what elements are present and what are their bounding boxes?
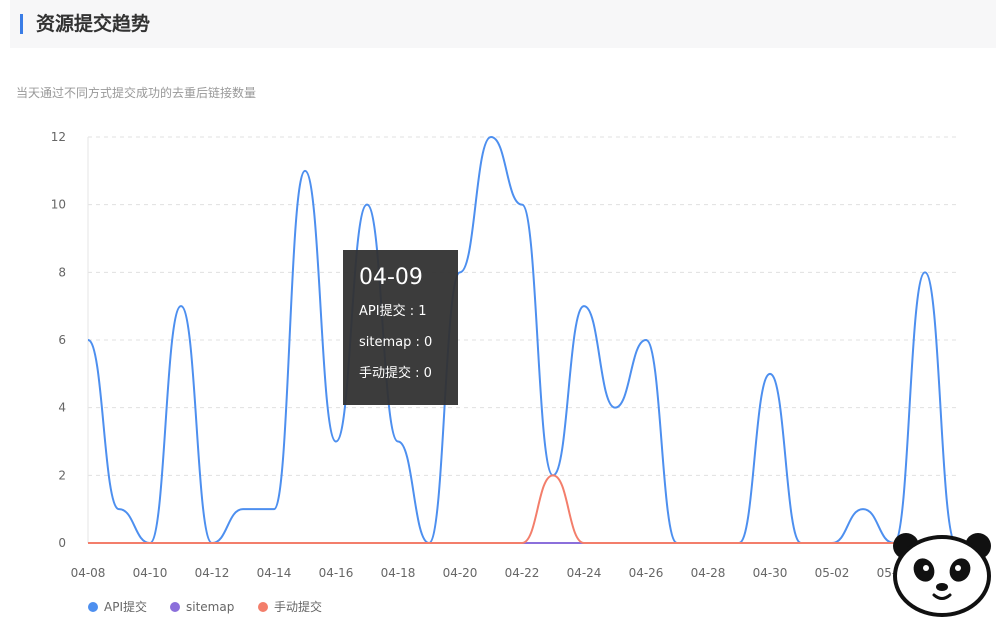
x-tick-label: 04-14 <box>257 566 292 580</box>
y-tick-label: 2 <box>58 468 66 482</box>
legend-label: 手动提交 <box>274 599 322 614</box>
x-tick-label: 04-12 <box>195 566 230 580</box>
x-tick-label: 04-20 <box>443 566 478 580</box>
tooltip-row-value: 0 <box>424 335 433 350</box>
trend-chart: 02468101204-08 04-10 04-12 04-14 04-16 04-18 0… <box>51 130 974 614</box>
legend-marker <box>258 602 268 612</box>
x-tick-label: 04-24 <box>567 566 602 580</box>
x-tick-label: 04-30 <box>753 566 788 580</box>
y-tick-label: 0 <box>58 536 66 550</box>
legend-label: sitemap <box>186 600 234 614</box>
tooltip-row-value: 0 <box>423 366 432 381</box>
chart-tooltip: 04-09 API提交 : 1 sitemap : 0 手动提交 : 0 <box>343 250 458 405</box>
legend-label: API提交 <box>104 599 147 614</box>
x-tick-label: 04-28 <box>691 566 726 580</box>
y-tick-label: 8 <box>58 265 66 279</box>
x-tick-label: 04-08 <box>71 566 106 580</box>
x-tick-label: 04-10 <box>133 566 168 580</box>
tooltip-row-value: 1 <box>418 304 427 319</box>
x-tick-label: 04-16 <box>319 566 354 580</box>
tooltip-row-label: API提交 <box>359 304 406 319</box>
x-tick-label: 04-18 <box>381 566 416 580</box>
tooltip-row-label: sitemap <box>359 335 412 350</box>
x-tick-label: 04-22 <box>505 566 540 580</box>
x-tick-label: 04-26 <box>629 566 664 580</box>
panda-mascot-icon <box>893 533 991 617</box>
y-tick-label: 12 <box>51 130 66 144</box>
tooltip-row-sitemap: sitemap : 0 <box>359 335 433 350</box>
series-line <box>87 474 956 545</box>
tooltip-row-manual: 手动提交 : 0 <box>359 366 432 381</box>
axis-layer: 02468101204-08 04-10 04-12 04-14 04-16 04-18 0… <box>51 130 974 580</box>
tooltip-date: 04-09 <box>359 265 423 290</box>
tooltip-row-api: API提交 : 1 <box>359 304 427 319</box>
legend-layer: API提交 sitemap 手动提交 <box>88 599 322 614</box>
y-tick-label: 4 <box>58 401 66 415</box>
x-tick-label: 05-02 <box>815 566 850 580</box>
legend-marker <box>88 602 98 612</box>
y-tick-label: 6 <box>58 333 66 347</box>
legend-marker <box>170 602 180 612</box>
grid-layer <box>88 136 956 476</box>
y-tick-label: 10 <box>51 198 66 212</box>
tooltip-row-label: 手动提交 <box>359 366 412 381</box>
